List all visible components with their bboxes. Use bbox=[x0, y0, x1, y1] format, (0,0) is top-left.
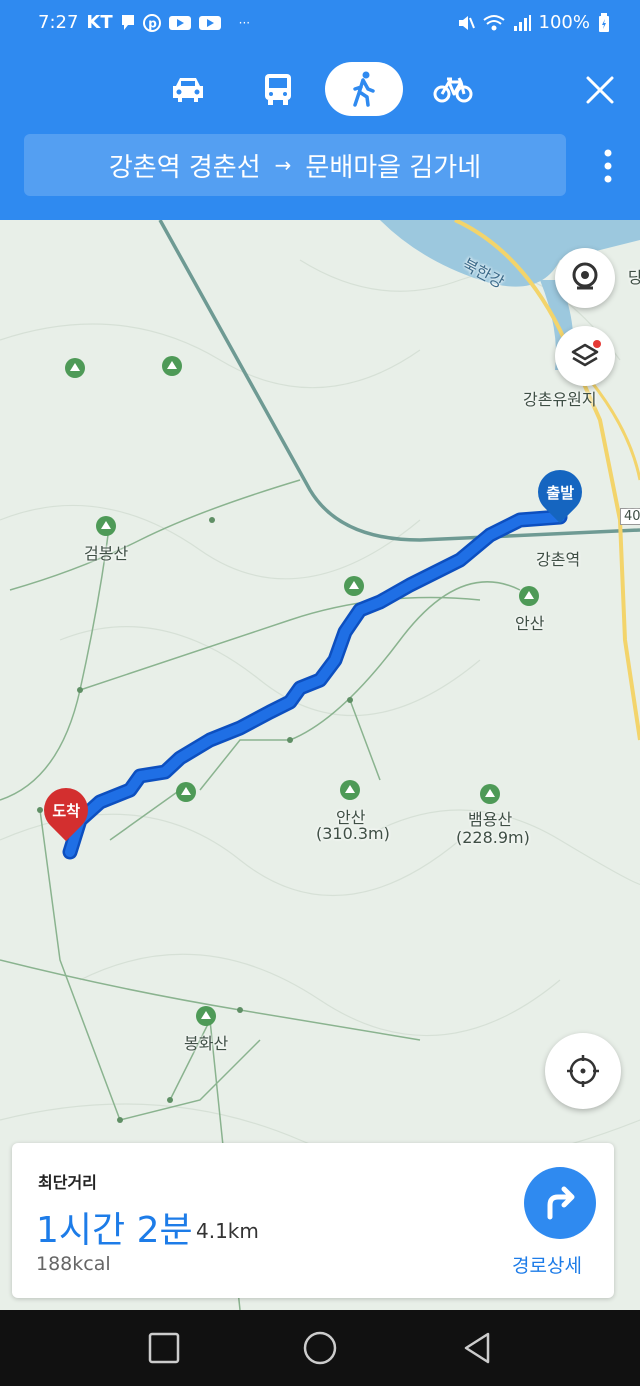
bus-icon bbox=[265, 74, 291, 105]
mountain-icon bbox=[480, 784, 500, 804]
status-right: 100% bbox=[457, 12, 610, 33]
map-label-ansan1: 안산 bbox=[515, 614, 545, 633]
map-label-baemyong: 뱀용산 bbox=[468, 810, 513, 829]
wifi-icon bbox=[482, 14, 505, 30]
status-time: 7:27 bbox=[38, 12, 79, 33]
route-distance: 4.1km bbox=[196, 1219, 259, 1243]
status-bar: 7:27 KT p ··· 100% bbox=[0, 0, 640, 46]
status-more: ··· bbox=[238, 15, 251, 30]
map-label-resort: 강촌유원지 bbox=[523, 390, 597, 409]
map-label-baemyong-height: (228.9m) bbox=[456, 828, 530, 847]
more-options-button[interactable] bbox=[602, 148, 614, 184]
tab-car[interactable] bbox=[160, 62, 216, 116]
map-label-road-number: 40 bbox=[620, 508, 640, 525]
mountain-icon bbox=[519, 586, 539, 606]
map-label-station: 강촌역 bbox=[536, 550, 581, 569]
route-arrow: → bbox=[274, 153, 292, 177]
home-button[interactable] bbox=[300, 1328, 340, 1368]
mountain-icon bbox=[65, 358, 85, 378]
back-icon bbox=[464, 1332, 490, 1364]
close-button[interactable] bbox=[580, 70, 620, 110]
route-detail-label[interactable]: 경로상세 bbox=[512, 1251, 582, 1278]
route-type-label: 최단거리 bbox=[38, 1173, 97, 1192]
layers-button[interactable] bbox=[555, 326, 615, 386]
cctv-button[interactable] bbox=[555, 248, 615, 308]
route-destination: 문배마을 김가네 bbox=[305, 152, 482, 183]
back-button[interactable] bbox=[458, 1328, 498, 1368]
recent-apps-icon bbox=[148, 1332, 180, 1364]
map-label-edge: 당 bbox=[628, 268, 640, 287]
message-icon bbox=[121, 14, 134, 30]
recent-apps-button[interactable] bbox=[144, 1328, 184, 1368]
turn-right-icon bbox=[547, 1186, 575, 1220]
route-summary-card[interactable]: 최단거리 1시간 2분 4.1km 188kcal 경로상세 bbox=[12, 1143, 614, 1298]
crosshair-icon bbox=[567, 1055, 599, 1087]
tab-walk[interactable] bbox=[325, 62, 403, 116]
route-duration: 1시간 2분 bbox=[36, 1210, 193, 1251]
system-nav-bar bbox=[0, 1310, 640, 1386]
home-icon bbox=[303, 1331, 337, 1365]
route-summary-bar[interactable]: 강촌역 경춘선 → 문배마을 김가네 bbox=[24, 134, 566, 196]
more-vertical-icon bbox=[604, 149, 612, 183]
youtube-icon bbox=[168, 15, 191, 30]
status-carrier: KT bbox=[86, 12, 113, 33]
cctv-icon bbox=[572, 262, 598, 290]
end-pin-label: 도착 bbox=[52, 801, 80, 820]
walk-icon bbox=[353, 71, 375, 107]
close-icon bbox=[586, 76, 614, 104]
battery-icon bbox=[599, 12, 609, 32]
current-location-button[interactable] bbox=[545, 1033, 621, 1109]
tab-bike[interactable] bbox=[425, 62, 481, 116]
mountain-icon bbox=[96, 516, 116, 536]
tab-bus[interactable] bbox=[250, 62, 306, 116]
svg-text:p: p bbox=[148, 16, 157, 30]
signal-icon bbox=[513, 14, 531, 31]
map-label-bonghwa: 봉화산 bbox=[184, 1034, 229, 1053]
youtube-icon-2 bbox=[198, 15, 221, 30]
status-left: 7:27 KT p ··· bbox=[38, 12, 250, 33]
app-header: 7:27 KT p ··· 100% 강촌역 경춘선 → 문배마을 김가네 bbox=[0, 0, 640, 220]
route-calories: 188kcal bbox=[36, 1253, 111, 1275]
start-pin-label: 출발 bbox=[546, 483, 574, 502]
mountain-icon bbox=[176, 782, 196, 802]
route-origin: 강촌역 경춘선 bbox=[108, 152, 261, 183]
bike-icon bbox=[433, 77, 473, 103]
map-label-geombong: 검봉산 bbox=[84, 544, 129, 563]
transport-mode-tabs bbox=[0, 62, 640, 118]
car-icon bbox=[173, 78, 203, 102]
layers-icon bbox=[571, 340, 601, 367]
mountain-icon bbox=[340, 780, 360, 800]
mountain-icon bbox=[344, 576, 364, 596]
mountain-icon bbox=[196, 1006, 216, 1026]
map-label-ansan2-height: (310.3m) bbox=[316, 824, 390, 843]
pinterest-icon: p bbox=[142, 13, 161, 32]
battery-percent: 100% bbox=[538, 12, 590, 33]
mute-icon bbox=[458, 15, 475, 30]
mountain-icon bbox=[162, 356, 182, 376]
route-detail-button[interactable] bbox=[524, 1167, 596, 1239]
